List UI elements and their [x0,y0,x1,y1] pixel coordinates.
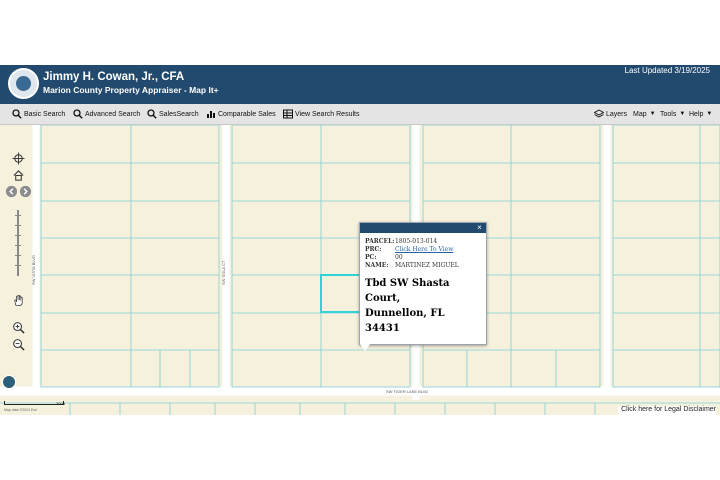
prc-link[interactable]: Click Here To View [395,246,453,253]
comparable-sales-button[interactable]: Comparable Sales [206,104,276,124]
zoom-out-icon [12,338,25,351]
popup-header: × [360,223,486,233]
zoom-slider-tick [15,225,21,226]
caret-down-icon: ▼ [706,111,713,117]
advanced-search-button[interactable]: Advanced Search [73,104,140,124]
view-search-results-label: View Search Results [295,110,360,118]
basemap-globe-icon[interactable] [2,375,16,389]
help-menu[interactable]: Help ▼ [689,104,712,124]
popup-pointer [360,344,370,351]
table-icon [283,109,293,119]
popup-row-pc: PC: 00 [365,253,481,261]
last-updated: Last Updated 3/19/2025 [624,66,710,75]
view-search-results-button[interactable]: View Search Results [283,104,359,124]
name-key: NAME: [365,262,389,270]
layers-button[interactable]: Layers [594,104,627,124]
layers-icon [594,109,604,118]
map-menu-label: Map [633,110,647,118]
tools-menu-label: Tools [660,110,677,118]
parcel-info-popup: × PARCEL: 1805-013-014 PRC: Click Here T… [359,222,487,345]
appraiser-name: Jimmy H. Cowan, Jr., CFA [43,71,185,83]
app-subtitle: Marion County Property Appraiser - Map I… [43,85,219,95]
chevron-left-icon [5,185,17,197]
app-header: Jimmy H. Cowan, Jr., CFA Marion County P… [0,65,720,104]
zoom-slider-tick [15,255,21,256]
comparable-sales-label: Comparable Sales [218,110,276,118]
parcel-map[interactable]: SW VISTA BLVD SW SOLA CT SW TIGER LAKE B… [0,125,720,415]
zoom-out-button[interactable] [10,336,26,352]
search-icon [73,109,83,119]
map-attribution: Map data ©2024 Esri [4,408,37,412]
prc-key: PRC: [365,245,382,253]
search-icon [12,109,22,119]
sales-search-label: SalesSearch [159,110,199,118]
pan-hand-button[interactable] [10,292,26,308]
sales-search-button[interactable]: SalesSearch [147,104,199,124]
scale-label: 300ft [56,401,65,406]
scale-bar [4,401,64,405]
help-menu-label: Help [689,110,704,118]
popup-row-parcel: PARCEL: 1805-013-014 [365,237,481,245]
zoom-slider-tick [15,215,21,216]
county-seal-icon[interactable] [8,68,39,99]
pc-key: PC: [365,253,377,261]
zoom-in-button[interactable] [10,319,26,335]
popup-row-name: NAME: MARTINEZ MIGUEL [365,262,481,270]
caret-down-icon: ▼ [679,111,686,117]
caret-down-icon: ▼ [649,111,656,117]
home-icon [12,169,24,181]
home-button[interactable] [10,167,26,183]
zoom-slider-tick [15,245,21,246]
chevron-right-icon [19,185,31,197]
basic-search-button[interactable]: Basic Search [12,104,65,124]
pc-value: 00 [395,253,403,261]
road-label-bottom: SW TIGER LAKE BLVD [386,389,429,394]
tools-menu[interactable]: Tools ▼ [660,104,685,124]
toolbar: Basic Search Advanced Search SalesSearch… [0,104,720,125]
parcel-address: Tbd SW Shasta Court, Dunnellon, FL 34431 [365,276,481,336]
parcel-key: PARCEL: [365,237,395,245]
owner-name: MARTINEZ MIGUEL [395,262,459,270]
zoom-slider-tick [15,235,21,236]
zoom-slider[interactable] [17,210,19,276]
bar-chart-icon [207,111,215,118]
address-line-2: Dunnellon, FL 34431 [365,307,445,334]
map-it-app: Jimmy H. Cowan, Jr., CFA Marion County P… [0,65,720,415]
advanced-search-label: Advanced Search [85,110,141,118]
parcel-value: 1805-013-014 [395,237,438,245]
popup-row-prc: PRC: Click Here To View [365,245,481,253]
hand-icon [13,294,23,306]
popup-body: PARCEL: 1805-013-014 PRC: Click Here To … [360,233,486,340]
address-line-1: Tbd SW Shasta Court, [365,277,450,304]
pan-right-button[interactable] [17,183,33,199]
legal-disclaimer-link[interactable]: Click here for Legal Disclaimer [618,406,716,415]
zoom-in-icon [12,321,25,334]
close-icon[interactable]: × [475,223,484,232]
crosshair-icon [11,151,25,165]
road-label-west: SW VISTA BLVD [31,255,36,285]
search-icon [147,109,157,119]
basic-search-label: Basic Search [24,110,66,118]
locate-button[interactable] [10,150,26,166]
layers-label: Layers [606,110,628,118]
map-menu[interactable]: Map ▼ [633,104,656,124]
road-label-middle: SW SOLA CT [221,260,226,285]
zoom-slider-tick [15,265,21,266]
